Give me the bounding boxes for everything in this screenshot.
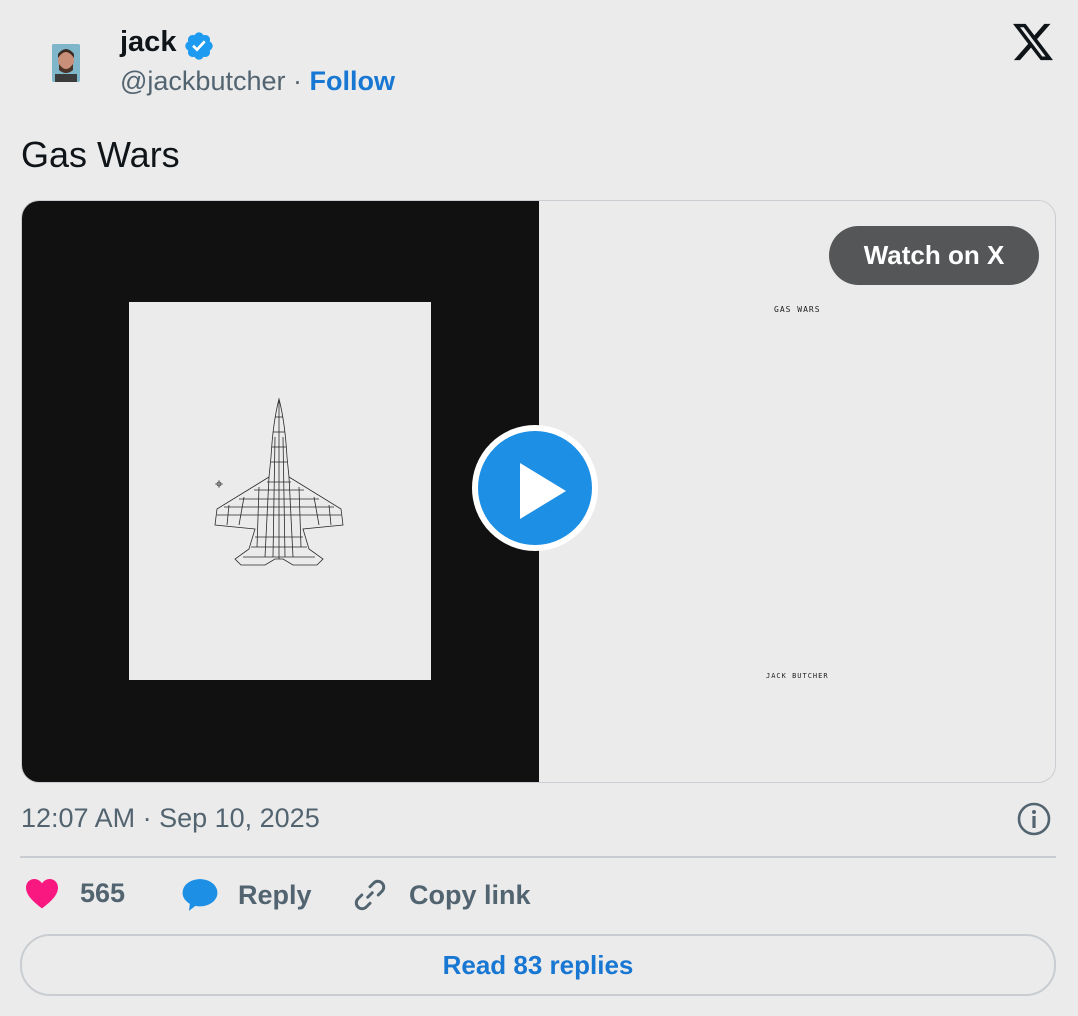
watch-on-x-button[interactable]: Watch on X — [829, 226, 1039, 285]
follow-link[interactable]: Follow — [310, 66, 395, 96]
timestamp-link[interactable]: 12:07 AM · Sep 10, 2025 — [21, 803, 320, 834]
jet-wireframe-image — [214, 397, 344, 566]
link-icon — [354, 879, 386, 911]
media-left-panel — [22, 201, 539, 782]
play-icon — [520, 463, 566, 519]
tweet-text: Gas Wars — [21, 134, 180, 175]
like-button[interactable]: 565 — [24, 877, 125, 909]
play-button[interactable] — [472, 425, 598, 551]
media-right-panel: GAS WARS JACK BUTCHER — [539, 201, 1055, 782]
copy-link-label: Copy link — [409, 879, 531, 910]
avatar[interactable] — [52, 44, 80, 82]
like-count: 565 — [80, 877, 126, 908]
reply-button[interactable]: Reply — [181, 877, 312, 913]
reply-label: Reply — [238, 879, 312, 910]
crosshair-icon — [215, 480, 223, 488]
poster-author: JACK BUTCHER — [766, 672, 829, 680]
read-replies-button[interactable]: Read 83 replies — [20, 934, 1056, 996]
verified-badge-icon — [185, 32, 213, 60]
avatar-image — [52, 44, 80, 82]
handle-row: @jackbutcher · Follow — [120, 66, 395, 97]
info-icon[interactable] — [1016, 801, 1052, 837]
heart-icon — [26, 879, 58, 909]
author-name[interactable]: jack — [120, 26, 176, 59]
author-handle[interactable]: @jackbutcher — [120, 66, 285, 96]
copy-link-button[interactable]: Copy link — [352, 877, 531, 913]
x-logo-icon[interactable] — [1011, 22, 1055, 62]
divider — [20, 856, 1056, 858]
reply-bubble-icon — [182, 879, 218, 911]
poster-artwork — [129, 302, 431, 680]
separator-dot: · — [293, 66, 302, 96]
poster-title: GAS WARS — [774, 305, 821, 314]
media-card[interactable]: GAS WARS JACK BUTCHER Watch on X — [21, 200, 1056, 783]
